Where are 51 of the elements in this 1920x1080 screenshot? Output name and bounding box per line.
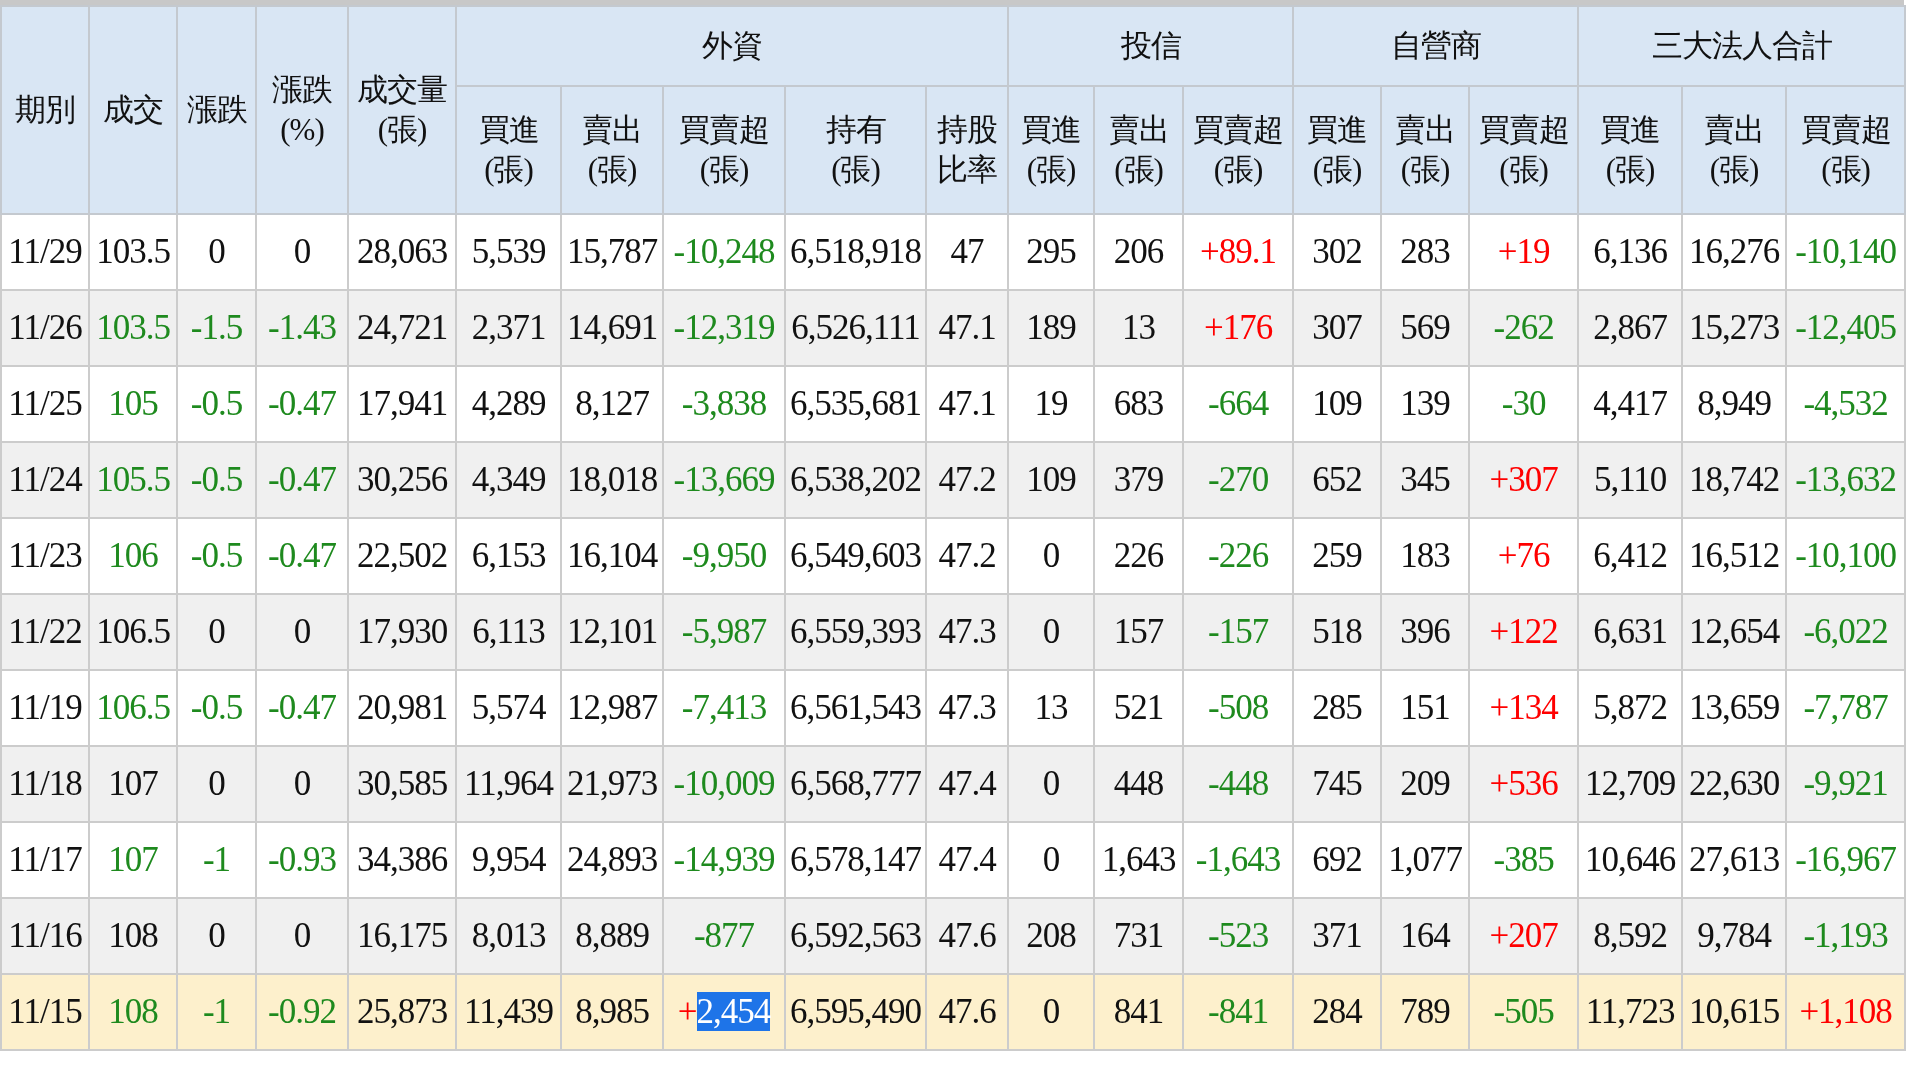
table-cell: 6,595,490 [785, 974, 926, 1050]
table-cell: -505 [1469, 974, 1579, 1050]
table-cell: -1 [177, 974, 256, 1050]
column-header: 賣出 (張) [1682, 86, 1787, 214]
column-header: 漲跌 [177, 6, 256, 214]
table-cell: -841 [1183, 974, 1294, 1050]
column-header: 賣出 (張) [561, 86, 663, 214]
column-header: 買賣超 (張) [1469, 86, 1579, 214]
table-cell: 284 [1293, 974, 1382, 1050]
column-header: 買進 (張) [1578, 86, 1683, 214]
group-header: 自營商 [1293, 6, 1579, 86]
table-cell: +1,108 [1786, 974, 1906, 1050]
table-cell: -0.92 [256, 974, 348, 1050]
table-cell: 108 [89, 974, 177, 1050]
table-row[interactable]: 11/17 107 -1 -0.93 34,386 9,954 24,893 -14,939 6,578,147 47.4 0 1,643 -1,643 692 1,077 -385 10,646 27,613 -16,967 [1, 822, 1906, 898]
group-header: 投信 [1008, 6, 1294, 86]
table-cell: 25,873 [348, 974, 456, 1050]
table-cell: 47.6 [926, 974, 1009, 1050]
column-header: 買賣超 (張) [663, 86, 785, 214]
table-row[interactable]: 11/19 106.5 -0.5 -0.47 20,981 5,574 12,987 -7,413 6,561,543 47.3 13 521 -508 285 151 +134 5,872 13,659 -7,787 [1, 670, 1906, 746]
column-header: 期別 [1, 6, 89, 214]
column-header: 買進 (張) [456, 86, 561, 214]
table-cell: 10,615 [1682, 974, 1787, 1050]
column-header: 買進 (張) [1008, 86, 1095, 214]
table-cell: 11,439 [456, 974, 561, 1050]
table-row[interactable]: 11/18 107 0 0 30,585 11,964 21,973 -10,009 6,568,777 47.4 0 448 -448 745 209 +536 12,709 22,630 -9,921 [1, 746, 1906, 822]
table-row[interactable]: 11/29 103.5 0 0 28,063 5,539 15,787 -10,248 6,518,918 47 295 206 +89.1 302 283 +19 6,136 16,276 -10,140 [1, 214, 1906, 290]
column-header: 賣出 (張) [1094, 86, 1184, 214]
table-row[interactable]: 11/25 105 -0.5 -0.47 17,941 4,289 8,127 -3,838 6,535,681 47.1 19 683 -664 109 139 -30 4,417 8,949 -4,532 [1, 366, 1906, 442]
column-header: 買賣超 (張) [1786, 86, 1906, 214]
table-cell: 11/15 [1, 974, 89, 1050]
column-header: 漲跌 (%) [256, 6, 348, 214]
column-header: 持股比率 [926, 86, 1009, 214]
group-header: 三大法人合計 [1578, 6, 1906, 86]
column-header: 成交 [89, 6, 177, 214]
table-row[interactable]: 11/23 106 -0.5 -0.47 22,502 6,153 16,104 -9,950 6,549,603 47.2 0 226 -226 259 183 +76 6,412 16,512 -10,100 [1, 518, 1906, 594]
table-cell: 789 [1381, 974, 1470, 1050]
table-cell: 841 [1094, 974, 1184, 1050]
table-cell: 8,985 [561, 974, 663, 1050]
column-header: 持有 (張) [785, 86, 926, 214]
table-row[interactable]: 11/16 108 0 0 16,175 8,013 8,889 -877 6,592,563 47.6 208 731 -523 371 164 +207 8,592 9,784 -1,193 [1, 898, 1906, 974]
table-cell: 11,723 [1578, 974, 1683, 1050]
group-header: 外資 [456, 6, 1009, 86]
table-row[interactable]: 11/22 106.5 0 0 17,930 6,113 12,101 -5,987 6,559,393 47.3 0 157 -157 518 396 +122 6,631 12,654 -6,022 [1, 594, 1906, 670]
column-header: 賣出 (張) [1381, 86, 1470, 214]
column-header: 買賣超 (張) [1183, 86, 1294, 214]
table-row[interactable]: 11/24 105.5 -0.5 -0.47 30,256 4,349 18,018 -13,669 6,538,202 47.2 109 379 -270 652 345 +307 5,110 18,742 -13,632 [1, 442, 1906, 518]
column-header: 買進 (張) [1293, 86, 1382, 214]
column-header: 成交量 (張) [348, 6, 456, 214]
table-row[interactable]: 11/26 103.5 -1.5 -1.43 24,721 2,371 14,691 -12,319 6,526,111 47.1 189 13 +176 307 569 -262 2,867 15,273 -12,405 [1, 290, 1906, 366]
table-cell: 0 [1008, 974, 1095, 1050]
